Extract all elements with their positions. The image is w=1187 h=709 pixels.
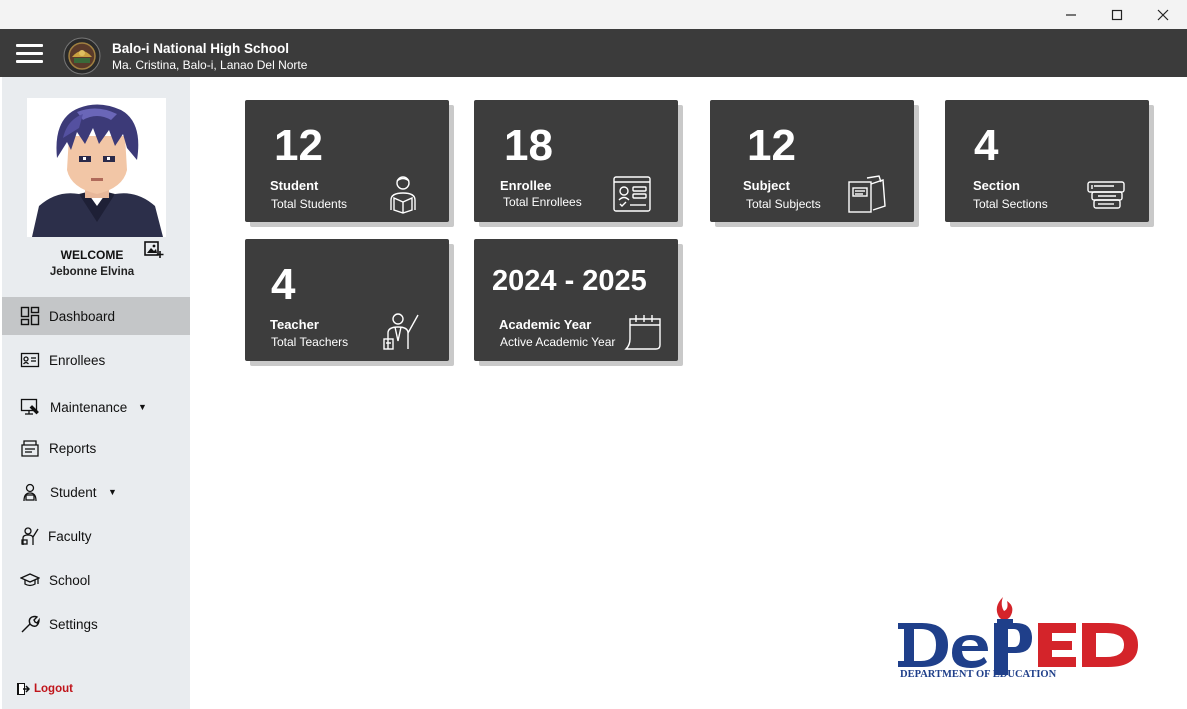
card-value: 12	[747, 121, 796, 170]
card-title: Subject	[743, 178, 790, 193]
stat-card-sections[interactable]: 4 Section Total Sections	[945, 100, 1149, 222]
stat-card-academic-year[interactable]: 2024 - 2025 Academic Year Active Academi…	[474, 239, 678, 361]
window-titlebar	[0, 0, 1187, 29]
school-address: Ma. Cristina, Balo-i, Lanao Del Norte	[112, 58, 308, 72]
sidebar-item-faculty[interactable]: Faculty	[2, 517, 190, 555]
card-value: 4	[271, 260, 296, 309]
card-title: Teacher	[270, 317, 319, 332]
minimize-icon[interactable]	[1048, 0, 1094, 29]
enrollee-form-icon	[613, 176, 651, 212]
user-avatar	[27, 98, 166, 237]
card-title: Student	[270, 178, 319, 193]
card-value: 4	[974, 121, 999, 170]
app-header: Balo-i National High School Ma. Cristina…	[0, 29, 1187, 77]
sidebar-item-label: Reports	[49, 440, 97, 456]
hamburger-menu-icon[interactable]	[16, 41, 44, 65]
logout-icon	[17, 683, 30, 695]
card-title: Academic Year	[499, 317, 592, 332]
card-subtitle: Total Sections	[973, 197, 1048, 211]
logout-label: Logout	[34, 683, 73, 695]
sidebar-item-student[interactable]: Student ▼	[2, 473, 190, 511]
stat-card-enrollees[interactable]: 18 Enrollee Total Enrollees	[474, 100, 678, 222]
card-subtitle: Total Enrollees	[503, 195, 582, 209]
sidebar-item-dashboard[interactable]: Dashboard	[2, 297, 190, 335]
stat-card-teachers[interactable]: 4 Teacher Total Teachers	[245, 239, 449, 361]
school-icon	[19, 569, 41, 591]
card-subtitle: Total Teachers	[271, 335, 349, 349]
faculty-icon	[19, 525, 41, 547]
card-title: Section	[973, 178, 1020, 193]
card-subtitle: Total Subjects	[746, 197, 821, 211]
card-subtitle: Total Students	[271, 197, 348, 211]
username: Jebonne Elvina	[49, 266, 135, 278]
notebook-icon	[848, 175, 886, 213]
card-title: Enrollee	[500, 178, 552, 193]
logout-button[interactable]: Logout	[16, 682, 73, 696]
sidebar-item-label: Dashboard	[49, 308, 116, 324]
deped-caption: DEPARTMENT OF EDUCATION	[900, 669, 1057, 680]
student-reading-icon	[390, 176, 416, 214]
card-value: 18	[504, 121, 553, 170]
school-logo	[63, 37, 101, 75]
calendar-icon	[624, 315, 661, 350]
card-value: 12	[274, 121, 323, 170]
chevron-down-icon: ▼	[138, 402, 147, 412]
card-value: 2024 - 2025	[492, 265, 647, 297]
maintenance-icon	[19, 396, 41, 418]
dashboard-icon	[19, 305, 41, 327]
sidebar-item-school[interactable]: School	[2, 561, 190, 599]
sidebar-item-enrollees[interactable]: Enrollees	[2, 341, 190, 379]
stat-card-students[interactable]: 12 Student Total Students	[245, 100, 449, 222]
sidebar-item-reports[interactable]: Reports	[2, 429, 190, 467]
student-icon	[19, 481, 41, 503]
section-cards-icon	[1087, 181, 1125, 209]
stat-card-subjects[interactable]: 12 Subject Total Subjects	[710, 100, 914, 222]
sidebar-item-label: Student	[50, 484, 97, 500]
sidebar-item-label: Settings	[49, 616, 98, 632]
teacher-icon	[383, 313, 419, 350]
sidebar-item-label: School	[49, 572, 91, 588]
maximize-icon[interactable]	[1094, 0, 1140, 29]
chevron-down-icon: ▼	[108, 487, 117, 497]
close-icon[interactable]	[1140, 0, 1186, 29]
settings-icon	[19, 613, 41, 635]
deped-logo: DEPARTMENT OF EDUCATION	[898, 597, 1138, 680]
welcome-label: WELCOME	[60, 248, 124, 262]
school-name: Balo-i National High School	[112, 41, 290, 56]
sidebar-item-label: Enrollees	[49, 352, 106, 368]
sidebar-item-label: Faculty	[48, 528, 92, 544]
card-subtitle: Active Academic Year	[500, 335, 616, 349]
enrollees-icon	[19, 349, 41, 371]
sidebar: WELCOME Jebonne Elvina Dashboard Enrolle…	[2, 77, 190, 709]
sidebar-item-label: Maintenance	[50, 399, 128, 415]
sidebar-item-maintenance[interactable]: Maintenance ▼	[2, 388, 190, 426]
sidebar-item-settings[interactable]: Settings	[2, 605, 190, 643]
reports-icon	[19, 437, 41, 459]
